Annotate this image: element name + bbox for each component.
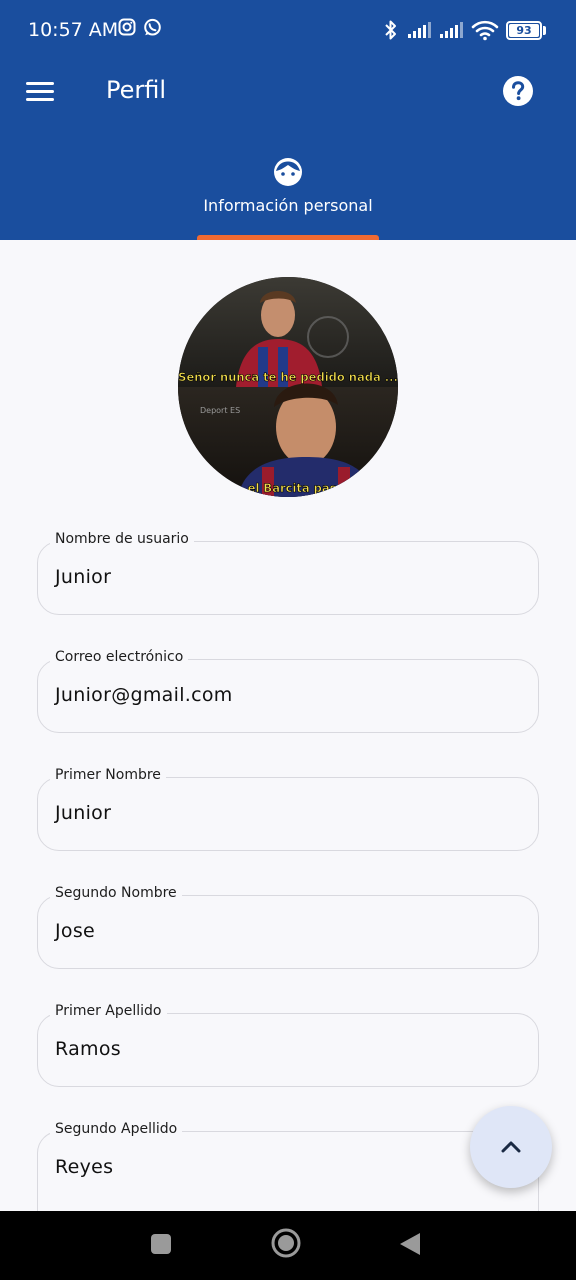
field-label: Primer Nombre: [50, 767, 166, 783]
avatar-image: Señor nunca te he pedido nada ... Deport…: [178, 277, 398, 497]
profile-avatar[interactable]: Señor nunca te he pedido nada ... Deport…: [178, 277, 398, 497]
second-surname-field[interactable]: Segundo Apellido Reyes: [37, 1121, 539, 1211]
tab-personal-info[interactable]: Información personal: [190, 150, 386, 240]
battery-icon: 93: [506, 21, 542, 40]
system-nav-bar: [0, 1211, 576, 1280]
page-title: Perfil: [106, 76, 167, 104]
avatar-caption-bottom: el Barcita pase: [248, 481, 345, 495]
signal-icon: [440, 22, 463, 38]
field-value[interactable]: Junior: [55, 566, 111, 588]
face-icon: [274, 158, 302, 186]
middle-name-field[interactable]: Segundo Nombre Jose: [37, 885, 539, 969]
field-value[interactable]: Ramos: [55, 1038, 121, 1060]
app-bar: 10:57 AM 93 Perfil Información personal: [0, 0, 576, 240]
scroll-top-button[interactable]: [470, 1106, 552, 1188]
field-label: Primer Apellido: [50, 1003, 167, 1019]
tab-indicator: [197, 235, 379, 240]
chevron-up-icon: [501, 1141, 521, 1153]
hamburger-icon: [26, 82, 54, 85]
signal-icon: [408, 22, 431, 38]
whatsapp-icon: [144, 18, 161, 36]
tab-label: Información personal: [203, 196, 373, 215]
status-time: 10:57 AM: [28, 19, 119, 41]
home-icon[interactable]: [270, 1227, 302, 1259]
field-label: Segundo Apellido: [50, 1121, 183, 1137]
back-icon[interactable]: [400, 1233, 420, 1255]
field-value[interactable]: Junior@gmail.com: [55, 684, 233, 706]
battery-level: 93: [516, 24, 532, 37]
username-field[interactable]: Nombre de usuario Junior: [37, 531, 539, 615]
avatar-watermark: Deport ES: [200, 406, 240, 415]
wifi-icon: [471, 20, 499, 41]
instagram-icon: [118, 18, 136, 36]
menu-button[interactable]: [26, 78, 56, 104]
first-name-field[interactable]: Primer Nombre Junior: [37, 767, 539, 851]
field-value[interactable]: Junior: [55, 802, 111, 824]
field-value[interactable]: Reyes: [55, 1156, 113, 1178]
field-label: Segundo Nombre: [50, 885, 182, 901]
bluetooth-icon: [385, 20, 396, 40]
status-bar: 10:57 AM 93: [0, 0, 576, 62]
field-label: Nombre de usuario: [50, 531, 194, 547]
avatar-caption-top: Señor nunca te he pedido nada ...: [178, 370, 398, 384]
email-field[interactable]: Correo electrónico Junior@gmail.com: [37, 649, 539, 733]
recents-icon[interactable]: [149, 1232, 173, 1256]
field-label: Correo electrónico: [50, 649, 189, 665]
help-icon[interactable]: [502, 75, 534, 107]
first-surname-field[interactable]: Primer Apellido Ramos: [37, 1003, 539, 1087]
field-value[interactable]: Jose: [55, 920, 95, 942]
